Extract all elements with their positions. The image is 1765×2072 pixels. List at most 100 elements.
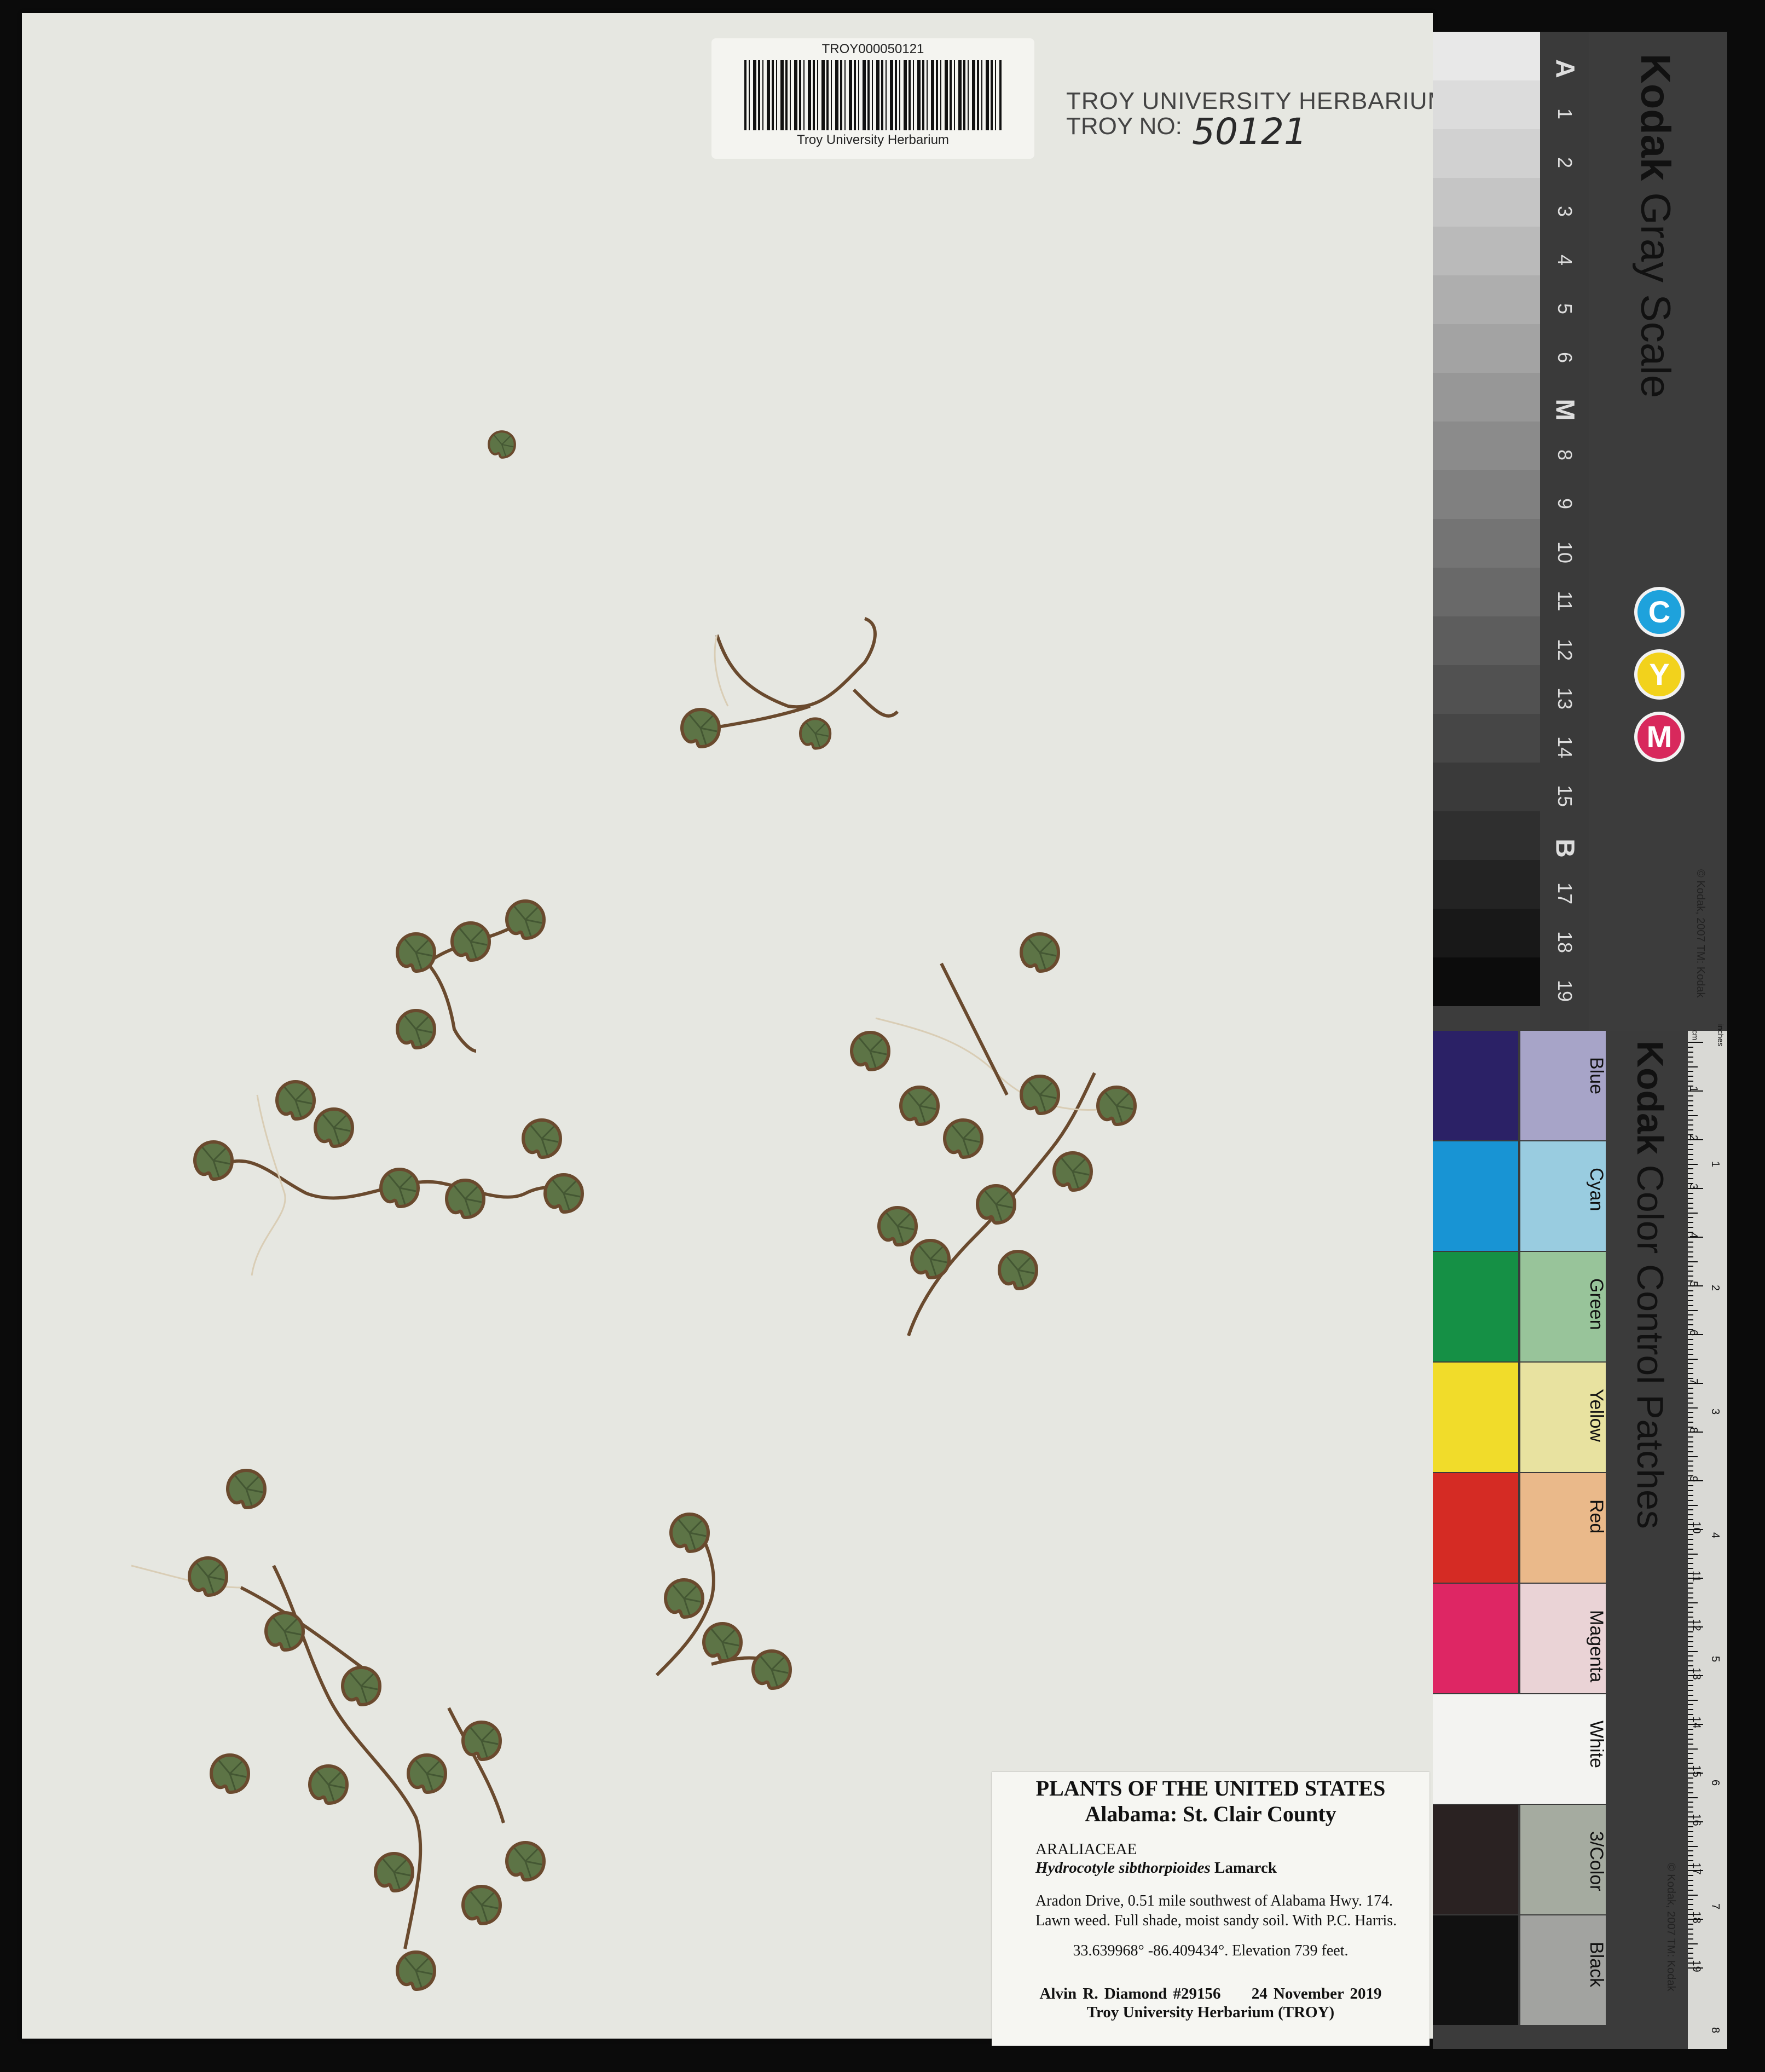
ruler-tick <box>1688 1309 1698 1311</box>
ruler-tick <box>1688 1655 1693 1657</box>
ruler-tick <box>1688 1806 1693 1808</box>
ruler-tick <box>1688 1343 1693 1345</box>
ruler-tick <box>1688 1110 1693 1111</box>
ruler-tick <box>1688 1738 1693 1740</box>
ruler-tick <box>1688 1071 1693 1072</box>
ruler-tick <box>1688 1650 1698 1652</box>
ruler-inch-label: 4 <box>1709 1532 1722 1539</box>
ruler-tick <box>1688 1748 1698 1750</box>
color-patch-name: Magenta <box>1586 1610 1607 1683</box>
ruler-tick <box>1688 1607 1693 1608</box>
ruler-tick <box>1688 1679 1693 1681</box>
ruler-tick <box>1688 1173 1693 1175</box>
ruler-tick <box>1688 1831 1693 1832</box>
label-species: Hydrocotyle sibthorpioides <box>1035 1859 1211 1877</box>
color-control-copyright: © Kodak, 2007 TM: Kodak <box>1665 1863 1677 1992</box>
ruler-cm-label: 5 <box>1687 1280 1700 1288</box>
ruler-tick <box>1688 1261 1698 1262</box>
ruler-tick <box>1688 1494 1693 1496</box>
gray-scale-name: Gray Scale <box>1632 192 1679 399</box>
gray-patch <box>1433 616 1540 665</box>
gray-patch <box>1433 227 1540 275</box>
ruler-tick <box>1688 1904 1693 1906</box>
ruler-tick <box>1688 1636 1693 1637</box>
ruler-tick <box>1688 1124 1693 1126</box>
ruler-tick <box>1688 1543 1693 1545</box>
ruler-tick <box>1688 1163 1698 1165</box>
gray-scale-brand: Kodak <box>1632 54 1679 181</box>
specimen-cluster-4 <box>852 934 1135 1336</box>
ruler-tick <box>1688 1797 1698 1798</box>
ruler-cm-label: 11 <box>1689 1571 1702 1582</box>
ruler-tick <box>1688 1699 1698 1701</box>
ruler-tick <box>1688 1548 1693 1550</box>
ruler-tick <box>1688 1943 1698 1944</box>
ruler-tick <box>1688 1338 1693 1340</box>
gray-patch <box>1433 860 1540 909</box>
ruler-tick <box>1688 1095 1693 1096</box>
ruler-tick <box>1688 1802 1693 1803</box>
ruler-tick <box>1688 1553 1698 1555</box>
ruler-tick <box>1688 1212 1698 1214</box>
ruler-tick <box>1688 1295 1693 1296</box>
patch-yellow-dark <box>1433 1363 1518 1472</box>
ruler-tick <box>1688 1860 1693 1862</box>
ruler-tick <box>1688 1129 1693 1131</box>
ruler-tick <box>1688 1879 1693 1881</box>
specimen-cluster-3 <box>195 1082 582 1276</box>
gray-step-label: 14 <box>1554 736 1576 759</box>
specimen-cluster-6 <box>655 1514 790 1688</box>
ruler-tick <box>1688 1899 1693 1901</box>
ruler-tick <box>1688 1441 1693 1442</box>
ruler-cm-label: 17 <box>1690 1862 1703 1875</box>
ruler-cm-label: 8 <box>1687 1427 1700 1434</box>
ruler-tick <box>1688 1061 1693 1063</box>
ruler-tick <box>1688 1217 1693 1219</box>
color-patch-name: White <box>1586 1721 1607 1768</box>
gray-step-label: 4 <box>1554 254 1576 266</box>
ruler-tick <box>1688 1051 1693 1053</box>
ruler-tick <box>1688 1207 1693 1209</box>
color-control-name: Color Control Patches <box>1629 1164 1671 1529</box>
ruler-tick <box>1688 1709 1693 1711</box>
ruler-tick <box>1688 1660 1693 1662</box>
kodak-color-control: Blue Cyan Green Yellow Red Magenta White 3/Colo… <box>1433 1024 1727 2049</box>
ruler-tick <box>1688 1602 1698 1603</box>
label-coordinates: 33.639968° -86.409434°. Elevation 739 fe… <box>1073 1942 1349 1959</box>
ruler-tick <box>1688 1855 1693 1857</box>
ruler-cm-label: 2 <box>1687 1134 1700 1141</box>
patch-3color-dark <box>1433 1805 1518 1914</box>
label-collector-row: Alvin R. Diamond #29156 24 November 2019 <box>992 1984 1430 2003</box>
ruler-tick <box>1688 1407 1698 1409</box>
ruler-tick <box>1688 1958 1693 1959</box>
ruler-tick <box>1688 1777 1693 1779</box>
ruler-tick <box>1688 1538 1693 1540</box>
gray-step-label: 1 <box>1554 108 1576 120</box>
ruler-tick <box>1688 1845 1698 1847</box>
ruler-tick <box>1688 1684 1693 1686</box>
color-control-title: Kodak Color Control Patches <box>1629 1041 1671 1529</box>
ruler-tick <box>1688 1300 1693 1301</box>
label-locality-1: Aradon Drive, 0.51 mile southwest of Ala… <box>1035 1892 1393 1909</box>
gray-patch <box>1433 32 1540 80</box>
gray-patch <box>1433 422 1540 470</box>
label-species-row: Hydrocotyle sibthorpioides Lamarck <box>992 1859 1430 1877</box>
gray-patch <box>1433 811 1540 860</box>
ruler-tick <box>1688 1694 1693 1696</box>
patch-cyan-dark <box>1433 1141 1518 1251</box>
ruler-tick <box>1688 1753 1693 1754</box>
ruler-tick <box>1688 1733 1693 1735</box>
ruler-tick <box>1688 1256 1693 1257</box>
ruler-tick <box>1688 1928 1693 1930</box>
ruler-tick <box>1688 1081 1693 1082</box>
ruler-tick <box>1688 1100 1693 1101</box>
ruler-cm-label: 15 <box>1690 1765 1703 1777</box>
label-title: PLANTS OF THE UNITED STATES <box>1035 1776 1386 1800</box>
ruler-tick <box>1688 1582 1693 1584</box>
ruler-tick <box>1688 1558 1693 1560</box>
label-author: Lamarck <box>1214 1859 1277 1877</box>
ruler-tick <box>1688 1519 1693 1521</box>
ruler-tick <box>1688 1314 1693 1316</box>
ruler-cm-label: 1 <box>1687 1086 1700 1093</box>
ruler-tick <box>1688 1246 1693 1248</box>
